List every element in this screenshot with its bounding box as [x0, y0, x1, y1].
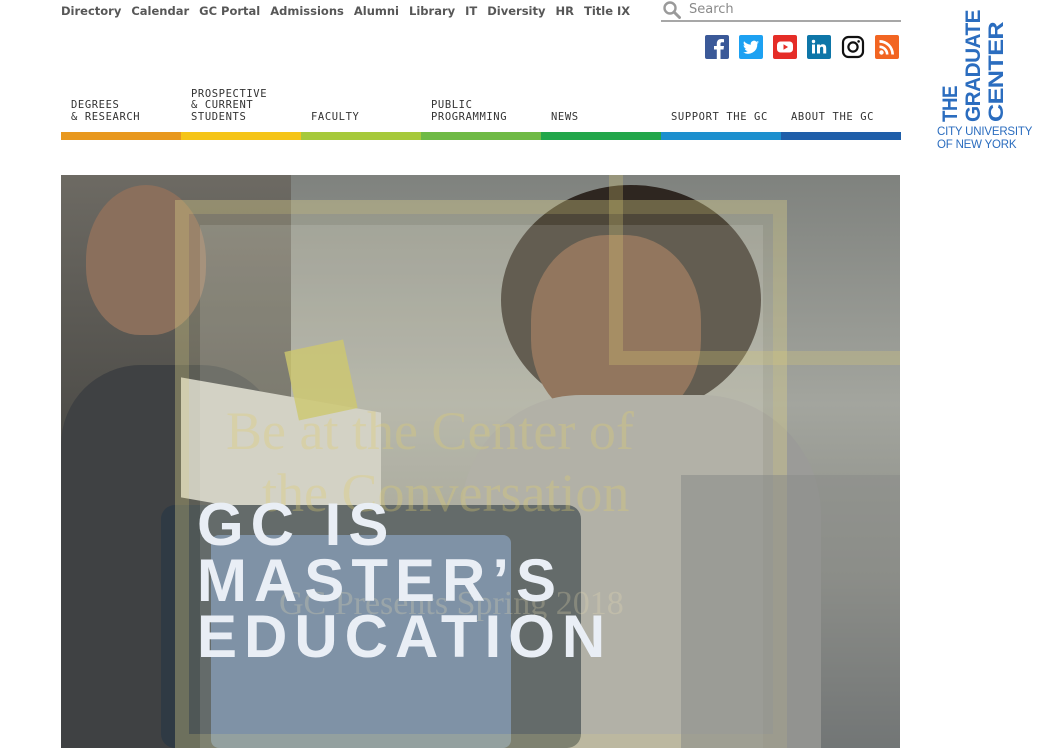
twitter-icon[interactable] [739, 35, 763, 59]
nav-label: PROSPECTIVE & CURRENT STUDENTS [191, 87, 268, 123]
nav-item-degrees-research[interactable]: DEGREES & RESEARCH [61, 86, 181, 140]
util-link-directory[interactable]: Directory [61, 3, 121, 19]
search-box [661, 0, 901, 22]
hero-headline: GC IS MASTER’S EDUCATION [197, 491, 613, 670]
util-link-hr[interactable]: HR [556, 3, 574, 19]
util-link-gc-portal[interactable]: GC Portal [199, 3, 260, 19]
util-link-it[interactable]: IT [465, 3, 477, 19]
util-link-title-ix[interactable]: Title IX [584, 3, 630, 19]
logo-subtitle-line-2: OF NEW YORK [937, 139, 1017, 151]
logo-wordmark: THE GRADUATE CENTER [939, 10, 1008, 122]
logo-subtitle-line-1: CITY UNIVERSITY [937, 126, 1033, 138]
hero-headline-line-1: GC IS [197, 491, 396, 558]
youtube-icon[interactable] [773, 35, 797, 59]
nav-item-prospective-students[interactable]: PROSPECTIVE & CURRENT STUDENTS [181, 86, 301, 140]
util-link-alumni[interactable]: Alumni [354, 3, 399, 19]
search-icon[interactable] [663, 1, 681, 19]
nav-color-bar [181, 132, 301, 140]
social-links [705, 35, 899, 59]
logo-subtitle: CITY UNIVERSITY OF NEW YORK [937, 126, 1037, 152]
instagram-icon[interactable] [841, 35, 865, 59]
nav-label: SUPPORT THE GC [671, 110, 768, 123]
util-link-library[interactable]: Library [409, 3, 455, 19]
logo-line-center: CENTER [985, 22, 1008, 122]
nav-label: ABOUT THE GC [791, 110, 875, 123]
search-input[interactable] [689, 0, 894, 18]
logo-line-the: THE [939, 86, 962, 122]
nav-label: FACULTY [311, 110, 360, 123]
hero-headline-line-3: EDUCATION [197, 603, 613, 670]
nav-item-about-the-gc[interactable]: ABOUT THE GC [781, 86, 901, 140]
nav-label: PUBLIC PROGRAMMING [431, 99, 508, 123]
nav-item-support-the-gc[interactable]: SUPPORT THE GC [661, 86, 781, 140]
nav-label: NEWS [551, 110, 579, 123]
nav-label: DEGREES & RESEARCH [71, 99, 141, 123]
main-nav: DEGREES & RESEARCH PROSPECTIVE & CURRENT… [61, 86, 901, 140]
graduate-center-logo[interactable]: THE GRADUATE CENTER CITY UNIVERSITY OF N… [937, 8, 1037, 152]
nav-color-bar [541, 132, 661, 140]
nav-color-bar [61, 132, 181, 140]
linkedin-icon[interactable] [807, 35, 831, 59]
logo-line-graduate: GRADUATE [962, 10, 985, 122]
hero-banner[interactable]: Be at the Center of the Conversation GC … [61, 175, 900, 748]
nav-color-bar [301, 132, 421, 140]
nav-color-bar [781, 132, 901, 140]
nav-color-bar [661, 132, 781, 140]
util-link-calendar[interactable]: Calendar [131, 3, 189, 19]
hero-headline-line-2: MASTER’S [197, 547, 564, 614]
rss-icon[interactable] [875, 35, 899, 59]
util-link-admissions[interactable]: Admissions [270, 3, 344, 19]
nav-item-public-programming[interactable]: PUBLIC PROGRAMMING [421, 86, 541, 140]
util-link-diversity[interactable]: Diversity [487, 3, 545, 19]
nav-item-news[interactable]: NEWS [541, 86, 661, 140]
facebook-icon[interactable] [705, 35, 729, 59]
nav-item-faculty[interactable]: FACULTY [301, 86, 421, 140]
nav-color-bar [421, 132, 541, 140]
utility-nav: Directory Calendar GC Portal Admissions … [61, 3, 640, 19]
hero-background-line-1: Be at the Center of [226, 401, 634, 461]
